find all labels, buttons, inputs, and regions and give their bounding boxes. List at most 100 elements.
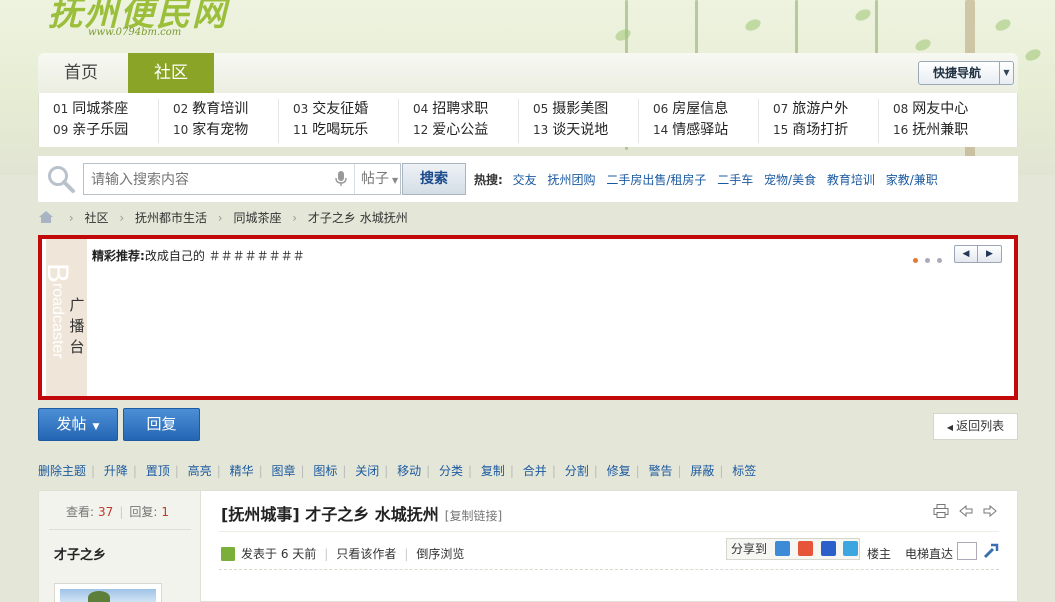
- post-meta: 发表于 6 天前 | 只看该作者 | 倒序浏览: [221, 545, 464, 562]
- moderation-toolbar: 删除主题 | 升降 | 置顶 | 高亮 | 精华 | 图章 | 图标 | 关闭 | 移动 | 分类…: [38, 464, 757, 478]
- online-status-icon: [221, 547, 235, 561]
- category-item[interactable]: 09 亲子乐园: [39, 120, 158, 141]
- next-thread-icon[interactable]: [983, 504, 997, 520]
- category-item[interactable]: 14 情感驿站: [639, 120, 758, 141]
- tab-home[interactable]: 首页: [38, 53, 124, 93]
- breadcrumb-current[interactable]: 才子之乡 水城抚州: [308, 211, 408, 225]
- floor-number-input[interactable]: [957, 542, 977, 560]
- hot-search-link[interactable]: 家教/兼职: [886, 173, 938, 187]
- category-item[interactable]: 02 教育培训: [159, 99, 278, 120]
- category-item[interactable]: 10 家有宠物: [159, 120, 278, 141]
- author-sidebar: 查看: 37 | 回复: 1 才子之乡: [39, 491, 201, 602]
- tab-community[interactable]: 社区: [128, 53, 214, 93]
- hot-search-link[interactable]: 宠物/美食: [764, 173, 816, 187]
- breadcrumb-separator: ›: [119, 211, 125, 225]
- category-item[interactable]: 04 招聘求职: [399, 99, 518, 120]
- home-icon[interactable]: [38, 210, 54, 224]
- main-nav: 首页 社区 快捷导航 ▼: [38, 53, 1018, 93]
- category-item[interactable]: 07 旅游户外: [759, 99, 878, 120]
- breadcrumb-link[interactable]: 社区: [84, 211, 108, 225]
- category-item[interactable]: 05 摄影美图: [519, 99, 638, 120]
- search-input[interactable]: [84, 164, 334, 194]
- copy-link[interactable]: [复制链接]: [445, 509, 502, 523]
- go-arrow-icon[interactable]: [983, 543, 999, 559]
- breadcrumb-link[interactable]: 同城茶座: [233, 211, 281, 225]
- category-item[interactable]: 15 商场打折: [759, 120, 878, 141]
- post-time: 发表于 6 天前: [241, 547, 317, 561]
- category-item[interactable]: 06 房屋信息: [639, 99, 758, 120]
- category-item[interactable]: 16 抚州兼职: [879, 120, 999, 141]
- carousel-dots: [910, 252, 942, 266]
- thread-stats: 查看: 37 | 回复: 1: [66, 505, 170, 519]
- thread-title: [抚州城事] 才子之乡 水城抚州 [复制链接]: [221, 505, 503, 524]
- carousel-dot[interactable]: [913, 258, 919, 263]
- category-item[interactable]: 08 网友中心: [879, 99, 999, 120]
- mod-action[interactable]: 合并: [523, 464, 547, 478]
- breadcrumb-separator: ›: [217, 211, 223, 225]
- mod-action[interactable]: 屏蔽: [690, 464, 714, 478]
- category-item[interactable]: 11 吃喝玩乐: [279, 120, 398, 141]
- mod-action[interactable]: 移动: [397, 464, 421, 478]
- mod-action[interactable]: 图标: [313, 464, 337, 478]
- print-icon[interactable]: [933, 504, 949, 521]
- mod-action[interactable]: 复制: [481, 464, 505, 478]
- carousel-pager: ◀ ▶: [954, 245, 1002, 263]
- reply-button[interactable]: 回复: [123, 408, 200, 441]
- back-to-list-button[interactable]: ◀ 返回列表: [933, 413, 1018, 440]
- divider: [219, 531, 999, 532]
- mod-action[interactable]: 升降: [104, 464, 128, 478]
- search-scope-select[interactable]: 帖子 ▼: [354, 164, 402, 194]
- divider: [49, 529, 191, 530]
- reverse-order-link[interactable]: 倒序浏览: [416, 547, 464, 561]
- site-url: www.0794bm.com: [88, 27, 182, 38]
- search-button[interactable]: 搜索: [402, 163, 466, 195]
- hot-search-link[interactable]: 抚州团购: [547, 173, 595, 187]
- category-item[interactable]: 12 爱心公益: [399, 120, 518, 141]
- tencent-share-icon[interactable]: [843, 541, 859, 556]
- reply-count: 1: [161, 505, 170, 519]
- floor-label: 楼主: [867, 547, 892, 561]
- avatar[interactable]: [54, 583, 162, 602]
- chevron-right-icon[interactable]: ▶: [978, 246, 1001, 262]
- mod-action[interactable]: 图章: [271, 464, 295, 478]
- baidu-share-icon[interactable]: [820, 541, 836, 556]
- mod-action[interactable]: 警告: [648, 464, 672, 478]
- mod-action[interactable]: 分类: [439, 464, 463, 478]
- mod-action[interactable]: 关闭: [355, 464, 379, 478]
- mod-action[interactable]: 标签: [732, 464, 756, 478]
- divider: [219, 569, 999, 570]
- share-bar: 分享到: [726, 538, 860, 560]
- hot-searches: 热搜: 交友 抚州团购 二手房出售/租房子 二手车 宠物/美食 教育培训 家教/…: [474, 171, 945, 188]
- hot-search-link[interactable]: 二手车: [717, 173, 753, 187]
- broadcaster-message[interactable]: 精彩推荐:改成自己的 ＃＃＃＃＃＃＃＃: [92, 247, 305, 264]
- thread-tools: [927, 504, 997, 521]
- category-panel: 01 同城茶座 09 亲子乐园 02 教育培训 10 家有宠物 03 交友征婚 11 吃喝玩…: [38, 93, 1018, 147]
- chevron-left-icon[interactable]: ◀: [955, 246, 978, 262]
- chevron-down-icon: ▼: [999, 62, 1013, 84]
- breadcrumb-link[interactable]: 抚州都市生活: [135, 211, 207, 225]
- carousel-dot[interactable]: [937, 258, 942, 263]
- breadcrumb: › 社区 › 抚州都市生活 › 同城茶座 › 才子之乡 水城抚州: [38, 209, 408, 227]
- mod-action[interactable]: 精华: [230, 464, 254, 478]
- mod-action[interactable]: 置顶: [146, 464, 170, 478]
- hot-search-link[interactable]: 交友: [513, 173, 537, 187]
- only-author-link[interactable]: 只看该作者: [336, 547, 396, 561]
- quick-nav-button[interactable]: 快捷导航 ▼: [918, 61, 1014, 85]
- microphone-icon[interactable]: [335, 171, 347, 187]
- carousel-dot[interactable]: [925, 258, 931, 263]
- hot-search-link[interactable]: 二手房出售/租房子: [606, 173, 706, 187]
- mod-action[interactable]: 删除主题: [38, 464, 86, 478]
- category-item[interactable]: 13 谈天说地: [519, 120, 638, 141]
- author-name[interactable]: 才子之乡: [54, 544, 106, 563]
- hot-search-link[interactable]: 教育培训: [827, 173, 875, 187]
- category-item[interactable]: 03 交友征婚: [279, 99, 398, 120]
- new-post-button[interactable]: 发帖 ▼: [38, 408, 118, 441]
- qzone-share-icon[interactable]: [774, 541, 790, 556]
- category-item[interactable]: 01 同城茶座: [39, 99, 158, 120]
- mod-action[interactable]: 高亮: [188, 464, 212, 478]
- previous-thread-icon[interactable]: [959, 504, 973, 520]
- mod-action[interactable]: 修复: [607, 464, 631, 478]
- search-icon: [48, 166, 75, 193]
- weibo-share-icon[interactable]: [797, 541, 813, 556]
- mod-action[interactable]: 分割: [565, 464, 589, 478]
